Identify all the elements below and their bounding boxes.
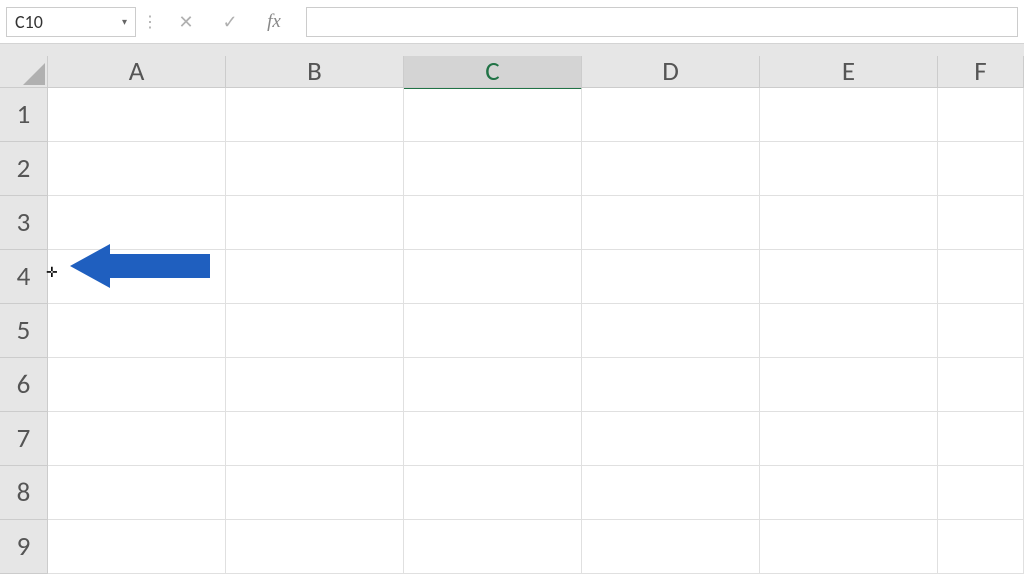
cell-c8[interactable] (404, 466, 582, 520)
rows-area: 1 2 3 4 5 6 7 8 9 (0, 88, 1024, 574)
row-header-5[interactable]: 5 (0, 304, 48, 358)
row-header-4[interactable]: 4 (0, 250, 48, 304)
select-all-button[interactable] (0, 56, 48, 88)
cell-a9[interactable] (48, 520, 226, 574)
cell-c3[interactable] (404, 196, 582, 250)
cell-d9[interactable] (582, 520, 760, 574)
cell-e7[interactable] (760, 412, 938, 466)
cell-e3[interactable] (760, 196, 938, 250)
cell-e4[interactable] (760, 250, 938, 304)
cell-b1[interactable] (226, 88, 404, 142)
name-box[interactable]: C10 ▾ (6, 7, 136, 37)
cell-a7[interactable] (48, 412, 226, 466)
col-header-d[interactable]: D (582, 56, 760, 88)
cell-f6[interactable] (938, 358, 1024, 412)
cell-e9[interactable] (760, 520, 938, 574)
row-header-8[interactable]: 8 (0, 466, 48, 520)
cell-b9[interactable] (226, 520, 404, 574)
cell-b7[interactable] (226, 412, 404, 466)
cell-e2[interactable] (760, 142, 938, 196)
cell-b2[interactable] (226, 142, 404, 196)
col-header-e[interactable]: E (760, 56, 938, 88)
cell-a2[interactable] (48, 142, 226, 196)
cell-f8[interactable] (938, 466, 1024, 520)
col-header-f[interactable]: F (938, 56, 1024, 88)
formula-input[interactable] (306, 7, 1018, 37)
col-header-c[interactable]: C (404, 56, 582, 88)
divider-icon: ⋮ (136, 12, 162, 32)
col-header-b[interactable]: B (226, 56, 404, 88)
cell-row (48, 412, 1024, 466)
formula-bar: C10 ▾ ⋮ ✕ ✓ fx (0, 0, 1024, 44)
cell-d3[interactable] (582, 196, 760, 250)
cell-row (48, 358, 1024, 412)
col-header-a[interactable]: A (48, 56, 226, 88)
cell-f1[interactable] (938, 88, 1024, 142)
header-gap (0, 44, 1024, 56)
column-headers: A B C D E F (0, 56, 1024, 88)
cell-f9[interactable] (938, 520, 1024, 574)
cell-d2[interactable] (582, 142, 760, 196)
cell-f5[interactable] (938, 304, 1024, 358)
cell-c4[interactable] (404, 250, 582, 304)
row-header-2[interactable]: 2 (0, 142, 48, 196)
cell-b4[interactable] (226, 250, 404, 304)
formula-buttons: ✕ ✓ fx (162, 7, 298, 37)
cell-row (48, 88, 1024, 142)
cell-b3[interactable] (226, 196, 404, 250)
cell-d8[interactable] (582, 466, 760, 520)
cell-d5[interactable] (582, 304, 760, 358)
cell-f4[interactable] (938, 250, 1024, 304)
cell-a5[interactable] (48, 304, 226, 358)
row-header-9[interactable]: 9 (0, 520, 48, 574)
cell-e6[interactable] (760, 358, 938, 412)
dropdown-arrow-icon[interactable]: ▾ (122, 15, 127, 28)
cell-c5[interactable] (404, 304, 582, 358)
cell-row (48, 304, 1024, 358)
cell-f2[interactable] (938, 142, 1024, 196)
enter-icon[interactable]: ✓ (218, 11, 242, 33)
cell-f7[interactable] (938, 412, 1024, 466)
cell-c9[interactable] (404, 520, 582, 574)
row-header-6[interactable]: 6 (0, 358, 48, 412)
fx-icon[interactable]: fx (262, 11, 286, 33)
cell-a8[interactable] (48, 466, 226, 520)
row-headers: 1 2 3 4 5 6 7 8 9 (0, 88, 48, 574)
cell-b5[interactable] (226, 304, 404, 358)
cell-c2[interactable] (404, 142, 582, 196)
cancel-icon[interactable]: ✕ (174, 11, 198, 33)
cell-c6[interactable] (404, 358, 582, 412)
cell-row (48, 520, 1024, 574)
cell-row (48, 466, 1024, 520)
cell-d4[interactable] (582, 250, 760, 304)
cell-d7[interactable] (582, 412, 760, 466)
row-header-3[interactable]: 3 (0, 196, 48, 250)
cell-b6[interactable] (226, 358, 404, 412)
cell-c1[interactable] (404, 87, 582, 142)
arrow-left-icon (70, 242, 220, 302)
row-header-7[interactable]: 7 (0, 412, 48, 466)
cell-d6[interactable] (582, 358, 760, 412)
row-header-1[interactable]: 1 (0, 88, 48, 142)
cell-a1[interactable] (48, 88, 226, 142)
cell-e1[interactable] (760, 88, 938, 142)
resize-cursor-icon: ✛ (46, 264, 58, 281)
cell-f3[interactable] (938, 196, 1024, 250)
cell-e8[interactable] (760, 466, 938, 520)
cell-a6[interactable] (48, 358, 226, 412)
cell-b8[interactable] (226, 466, 404, 520)
cell-c7[interactable] (404, 412, 582, 466)
name-box-value: C10 (15, 11, 122, 33)
arrow-annotation (70, 242, 220, 307)
cells-grid (48, 88, 1024, 574)
cell-d1[interactable] (582, 88, 760, 142)
cell-row (48, 142, 1024, 196)
cell-e5[interactable] (760, 304, 938, 358)
